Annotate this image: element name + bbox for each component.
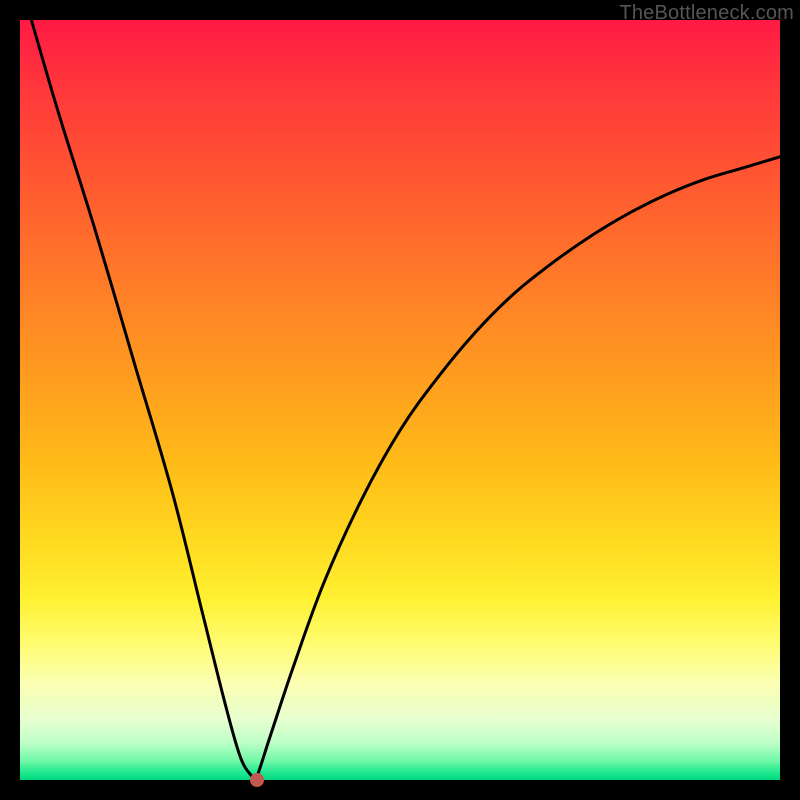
min-point-marker [250, 773, 264, 787]
chart-frame: TheBottleneck.com [0, 0, 800, 800]
curve-layer [20, 20, 780, 780]
attribution-text: TheBottleneck.com [619, 2, 794, 25]
bottleneck-curve [31, 20, 780, 783]
